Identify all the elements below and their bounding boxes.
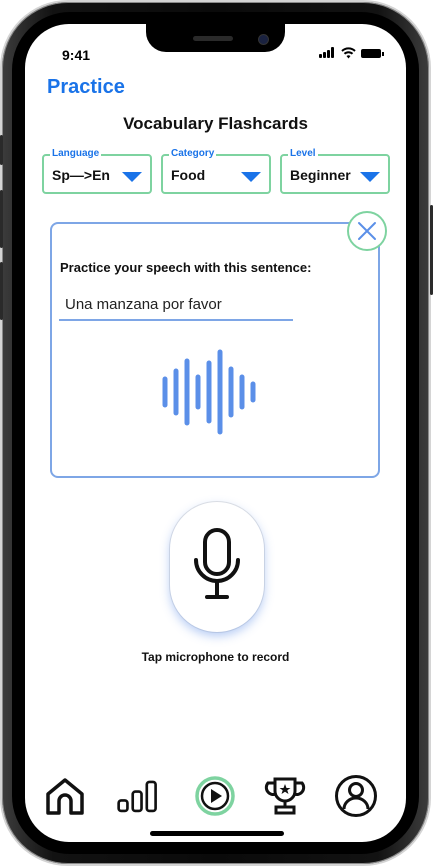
close-icon [358, 222, 376, 240]
microphone-icon [194, 528, 240, 599]
bottom-nav [25, 766, 406, 822]
nav-stats[interactable] [116, 774, 160, 818]
trophy-icon [264, 777, 306, 815]
record-microphone-button[interactable] [170, 502, 264, 632]
home-indicator [150, 831, 284, 836]
cellular-signal-icon [319, 47, 335, 58]
level-select-label: Level [288, 148, 318, 159]
stats-icon [117, 780, 157, 813]
volume-up-button [0, 190, 3, 248]
section-title: Vocabulary Flashcards [123, 114, 308, 133]
volume-down-button [0, 262, 3, 320]
home-icon [46, 778, 84, 815]
nav-profile[interactable] [334, 774, 378, 818]
language-select[interactable]: Language Sp—>En [42, 148, 152, 194]
sound-wave-icon [162, 349, 256, 435]
battery-icon [361, 49, 384, 58]
page-title: Practice [47, 76, 125, 98]
profile-icon [335, 775, 377, 817]
language-select-value: Sp—>En [52, 167, 110, 183]
language-select-label: Language [50, 148, 102, 159]
card-prompt: Practice your speech with this sentence: [60, 260, 312, 275]
category-select-value: Food [171, 167, 206, 183]
screen: 9:41 Practice Vocabulary Flashcards Lang… [25, 24, 406, 842]
earpiece-speaker [193, 36, 233, 41]
chevron-down-icon [360, 172, 380, 182]
mic-caption: Tap microphone to record [141, 650, 290, 664]
chevron-down-icon [122, 172, 142, 182]
play-icon [195, 776, 235, 816]
speech-practice-card: Practice your speech with this sentence: [50, 222, 380, 478]
status-time: 9:41 [62, 47, 91, 63]
nav-practice[interactable] [193, 774, 237, 818]
wifi-icon [341, 46, 356, 59]
silent-switch [0, 135, 3, 165]
category-select[interactable]: Category Food [161, 148, 271, 194]
nav-home[interactable] [43, 774, 87, 818]
status-icons [319, 46, 384, 59]
level-select[interactable]: Level Beginner [280, 148, 390, 194]
category-select-label: Category [169, 148, 217, 159]
nav-achievements[interactable] [263, 774, 307, 818]
front-camera [258, 34, 269, 45]
sentence-field[interactable] [59, 289, 293, 321]
level-select-value: Beginner [290, 167, 351, 183]
close-button[interactable] [347, 211, 387, 251]
chevron-down-icon [241, 172, 261, 182]
